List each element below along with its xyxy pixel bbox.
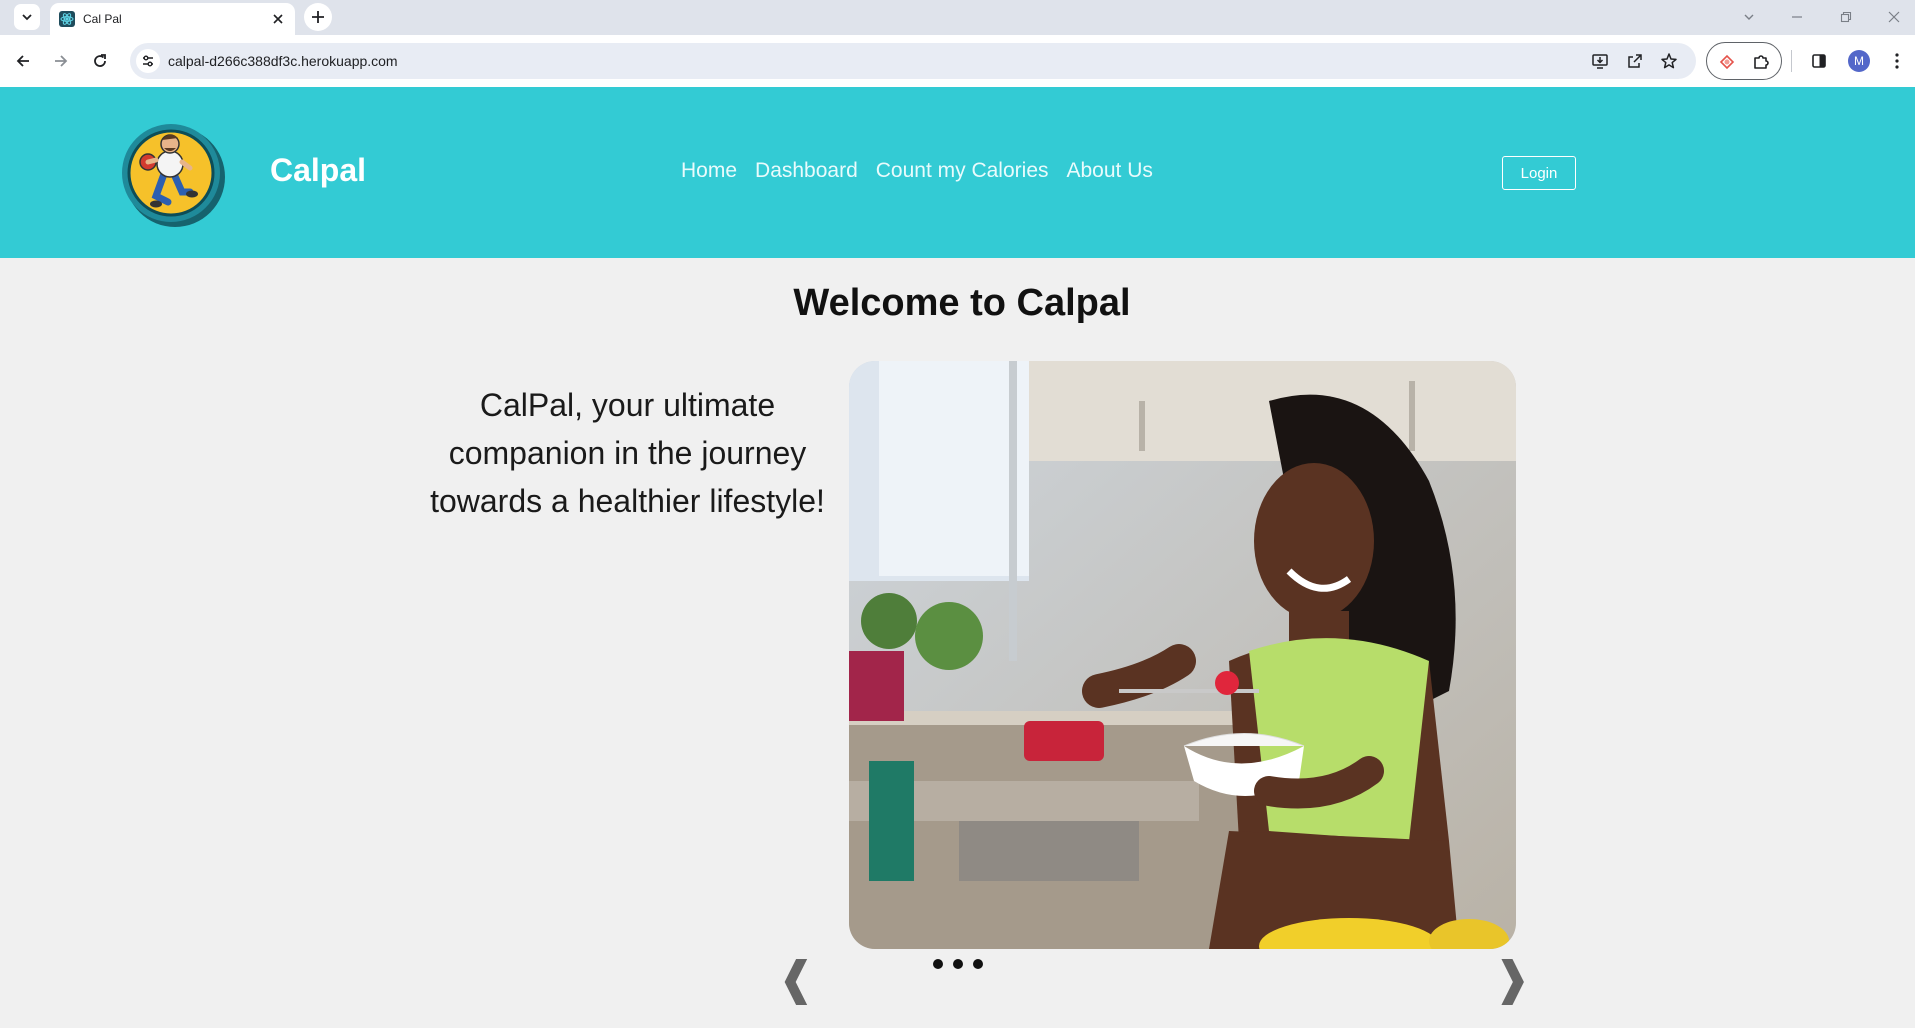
browser-tab[interactable]: Cal Pal [50, 3, 295, 35]
plus-icon [312, 11, 324, 23]
close-icon [1888, 11, 1900, 23]
tab-list-button[interactable] [14, 4, 40, 30]
side-panel-icon [1812, 54, 1826, 68]
main-nav: Home Dashboard Count my Calories About U… [681, 159, 1153, 183]
browser-tab-bar: Cal Pal [0, 0, 1915, 35]
chevron-down-icon [1744, 14, 1754, 20]
nav-link-dashboard[interactable]: Dashboard [755, 159, 858, 183]
puzzle-extensions-icon[interactable] [1749, 50, 1773, 74]
hero-carousel-image [849, 361, 1516, 949]
avatar: M [1848, 50, 1870, 72]
new-tab-button[interactable] [304, 3, 332, 31]
bookmark-star-icon[interactable] [1657, 49, 1681, 73]
tab-search-button[interactable] [1737, 6, 1761, 28]
brand-name[interactable]: Calpal [270, 152, 366, 189]
carousel-indicators [933, 959, 983, 969]
carousel-dot-1[interactable] [933, 959, 943, 969]
calpal-logo[interactable] [120, 122, 226, 228]
carousel-next-button[interactable]: ❱ [1493, 955, 1532, 1001]
nav-link-about-us[interactable]: About Us [1067, 159, 1153, 183]
restore-icon [1840, 11, 1852, 23]
arrow-left-icon [16, 55, 29, 67]
toolbar-separator [1791, 50, 1792, 72]
browser-toolbar: calpal-d266c388df3c.herokuapp.com M [0, 35, 1915, 87]
extensions-group [1706, 42, 1782, 80]
share-icon[interactable] [1623, 49, 1647, 73]
tab-title: Cal Pal [83, 12, 122, 26]
carousel-dot-2[interactable] [953, 959, 963, 969]
site-header: Calpal Home Dashboard Count my Calories … [0, 87, 1915, 258]
carousel-prev-button[interactable]: ❰ [777, 955, 816, 1001]
minimize-icon [1792, 16, 1802, 18]
favicon-icon [59, 11, 75, 27]
reload-icon [94, 54, 106, 67]
reload-button[interactable] [88, 49, 112, 73]
chevron-down-icon [22, 14, 32, 21]
site-settings-icon[interactable] [136, 49, 160, 73]
install-app-icon[interactable] [1588, 49, 1612, 73]
url-text: calpal-d266c388df3c.herokuapp.com [168, 53, 398, 69]
profile-button[interactable]: M [1847, 49, 1871, 73]
minimize-button[interactable] [1785, 6, 1809, 28]
close-icon[interactable] [270, 11, 286, 27]
intro-text: CalPal, your ultimate companion in the j… [430, 387, 825, 519]
address-bar[interactable]: calpal-d266c388df3c.herokuapp.com [130, 43, 1696, 79]
nav-link-home[interactable]: Home [681, 159, 737, 183]
login-button[interactable]: Login [1502, 156, 1576, 190]
side-panel-button[interactable] [1807, 49, 1831, 73]
back-button[interactable] [11, 49, 35, 73]
nav-link-count-my-calories[interactable]: Count my Calories [876, 159, 1049, 183]
carousel-dot-3[interactable] [973, 959, 983, 969]
arrow-right-icon [55, 55, 68, 67]
screen-recorder-extension-icon[interactable] [1715, 50, 1739, 74]
browser-menu-button[interactable] [1885, 49, 1909, 73]
kebab-menu-icon [1895, 53, 1899, 69]
forward-button[interactable] [49, 49, 73, 73]
close-window-button[interactable] [1882, 6, 1906, 28]
restore-button[interactable] [1834, 6, 1858, 28]
page-title: Welcome to Calpal [793, 282, 1131, 324]
